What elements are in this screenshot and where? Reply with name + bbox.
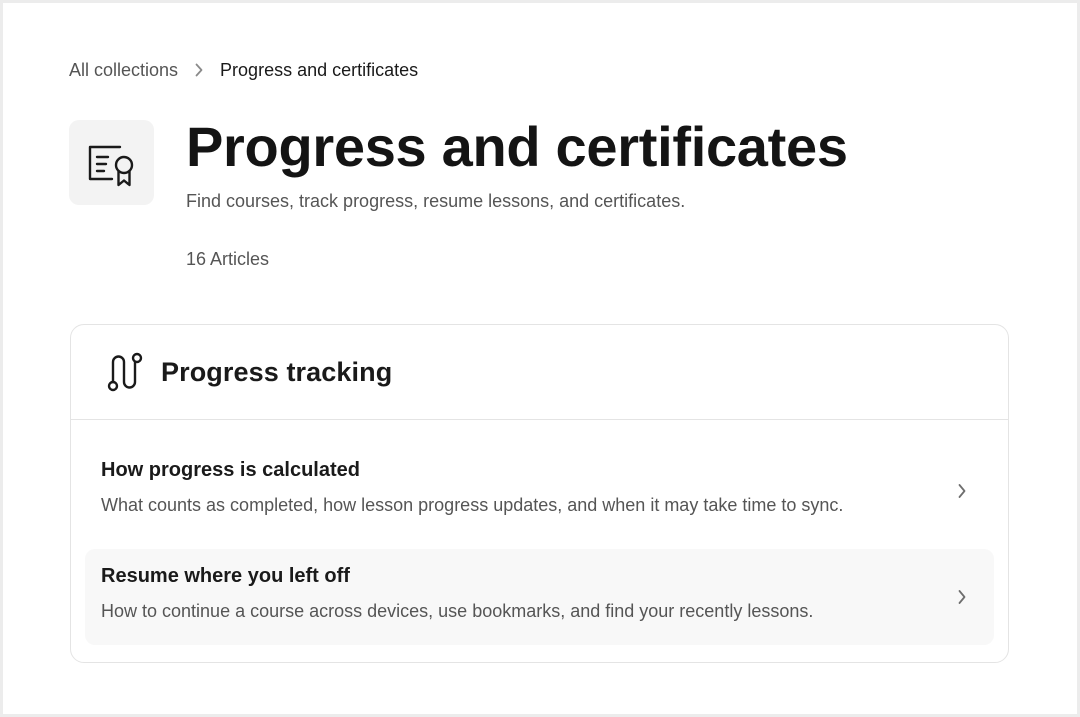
article-count: 16 Articles <box>186 249 270 269</box>
breadcrumb: All collections Progress and certificate… <box>69 57 418 83</box>
section-header: Progress tracking <box>71 325 1008 420</box>
section-card: Progress tracking How progress is calcul… <box>70 324 1009 663</box>
breadcrumb-current: Progress and certificates <box>220 60 419 80</box>
article-row[interactable]: Resume where you left off How to continu… <box>85 549 994 645</box>
breadcrumb-all-collections-link[interactable]: All collections <box>69 57 178 83</box>
article-description: What counts as completed, how lesson pro… <box>101 495 844 515</box>
collection-description: Find courses, track progress, resume les… <box>186 191 686 211</box>
chevron-right-icon <box>178 57 220 83</box>
article-title: How progress is calculated <box>101 459 360 481</box>
page: All collections Progress and certificate… <box>3 3 1077 714</box>
article-row[interactable]: How progress is calculated What counts a… <box>85 443 994 539</box>
route-icon <box>105 352 145 392</box>
chevron-right-icon <box>950 585 974 609</box>
article-title: Resume where you left off <box>101 565 350 587</box>
certificate-icon <box>69 120 154 205</box>
section-title: Progress tracking <box>161 356 393 387</box>
page-title: Progress and certificates <box>186 115 848 178</box>
chevron-right-icon <box>950 479 974 503</box>
article-description: How to continue a course across devices,… <box>101 601 814 621</box>
